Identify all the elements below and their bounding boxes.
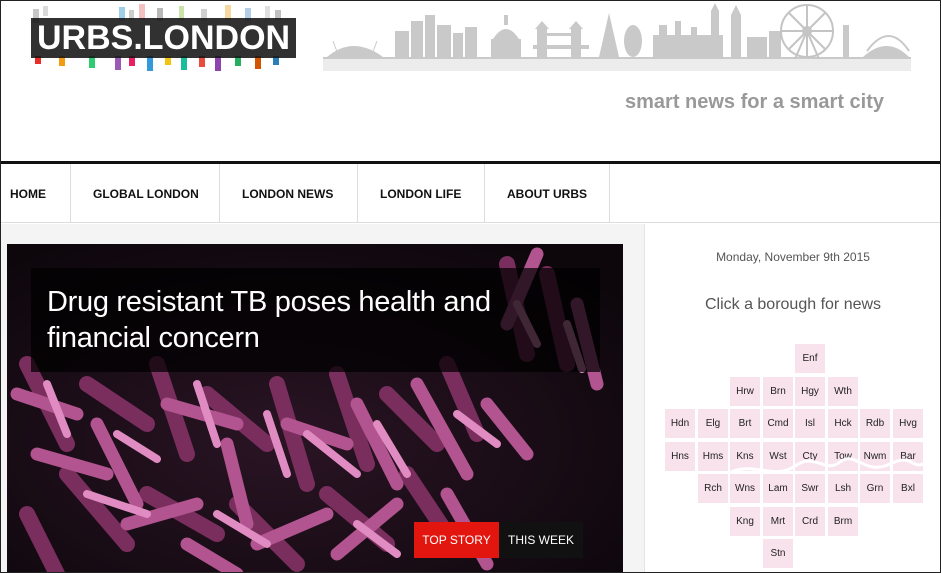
borough-lam[interactable]: Lam (763, 474, 793, 503)
borough-map: Enf Hrw Brn Hgy Wth Hdn Elg Brt Cmd Isl Hck Rdb Hvg H… (665, 344, 927, 572)
borough-elg[interactable]: Elg (698, 409, 728, 438)
borough-lsh[interactable]: Lsh (828, 474, 858, 503)
borough-brn[interactable]: Brn (763, 377, 793, 406)
logo-text: URBS.LONDON (31, 18, 297, 58)
borough-bxl[interactable]: Bxl (893, 474, 923, 503)
headline-overlay: Drug resistant TB poses health and finan… (31, 268, 600, 372)
borough-mrt[interactable]: Mrt (763, 507, 793, 536)
sidebar: Monday, November 9th 2015 Click a boroug… (644, 224, 940, 572)
this-week-tab[interactable]: THIS WEEK (499, 522, 583, 558)
borough-rch[interactable]: Rch (698, 474, 728, 503)
nav-london-news[interactable]: LONDON NEWS (220, 164, 358, 223)
borough-crd[interactable]: Crd (795, 507, 825, 536)
nav-about-urbs[interactable]: ABOUT URBS (485, 164, 610, 223)
borough-hgy[interactable]: Hgy (795, 377, 825, 406)
borough-hrw[interactable]: Hrw (730, 377, 760, 406)
borough-wth[interactable]: Wth (828, 377, 858, 406)
borough-kng[interactable]: Kng (730, 507, 760, 536)
nav-london-life[interactable]: LONDON LIFE (358, 164, 485, 223)
story-headline[interactable]: Drug resistant TB poses health and finan… (47, 284, 600, 356)
main-content: Drug resistant TB poses health and finan… (1, 224, 940, 572)
borough-rdb[interactable]: Rdb (860, 409, 890, 438)
nav-global-london-label: GLOBAL LONDON (93, 186, 199, 201)
urbs-london-logo[interactable]: URBS.LONDON (29, 4, 297, 72)
borough-stn[interactable]: Stn (763, 539, 793, 568)
current-date: Monday, November 9th 2015 (716, 250, 870, 264)
borough-kns[interactable]: Kns (730, 442, 760, 471)
borough-cty[interactable]: Cty (795, 442, 825, 471)
borough-hms[interactable]: Hms (698, 442, 728, 471)
borough-brt[interactable]: Brt (730, 409, 760, 438)
borough-bar[interactable]: Bar (893, 442, 923, 471)
borough-hdn[interactable]: Hdn (665, 409, 695, 438)
london-skyline-illustration (323, 3, 911, 71)
featured-story[interactable]: Drug resistant TB poses health and finan… (7, 244, 623, 572)
borough-cmd[interactable]: Cmd (763, 409, 793, 438)
page-frame: URBS.LONDON smart news for a smart city … (0, 0, 941, 573)
borough-brm[interactable]: Brm (828, 507, 858, 536)
main-navigation: HOME GLOBAL LONDON LONDON NEWS LONDON LI… (1, 164, 940, 223)
nav-global-london[interactable]: GLOBAL LONDON (71, 164, 220, 223)
nav-london-news-label: LONDON NEWS (242, 186, 334, 201)
borough-grn[interactable]: Grn (860, 474, 890, 503)
borough-nwm[interactable]: Nwm (860, 442, 890, 471)
borough-hvg[interactable]: Hvg (893, 409, 923, 438)
nav-london-life-label: LONDON LIFE (380, 186, 462, 201)
borough-wst[interactable]: Wst (763, 442, 793, 471)
borough-isl[interactable]: Isl (795, 409, 825, 438)
top-story-tab[interactable]: TOP STORY (414, 522, 499, 558)
borough-hck[interactable]: Hck (828, 409, 858, 438)
nav-home-label: HOME (10, 186, 46, 201)
borough-enf[interactable]: Enf (795, 344, 825, 373)
nav-about-urbs-label: ABOUT URBS (507, 186, 587, 201)
borough-map-title: Click a borough for news (704, 296, 882, 313)
site-tagline: smart news for a smart city (625, 91, 884, 113)
borough-hns[interactable]: Hns (665, 442, 695, 471)
site-header: URBS.LONDON smart news for a smart city (1, 1, 940, 161)
borough-swr[interactable]: Swr (795, 474, 825, 503)
borough-tow[interactable]: Tow (828, 442, 858, 471)
nav-home[interactable]: HOME (1, 164, 71, 223)
borough-wns[interactable]: Wns (730, 474, 760, 503)
